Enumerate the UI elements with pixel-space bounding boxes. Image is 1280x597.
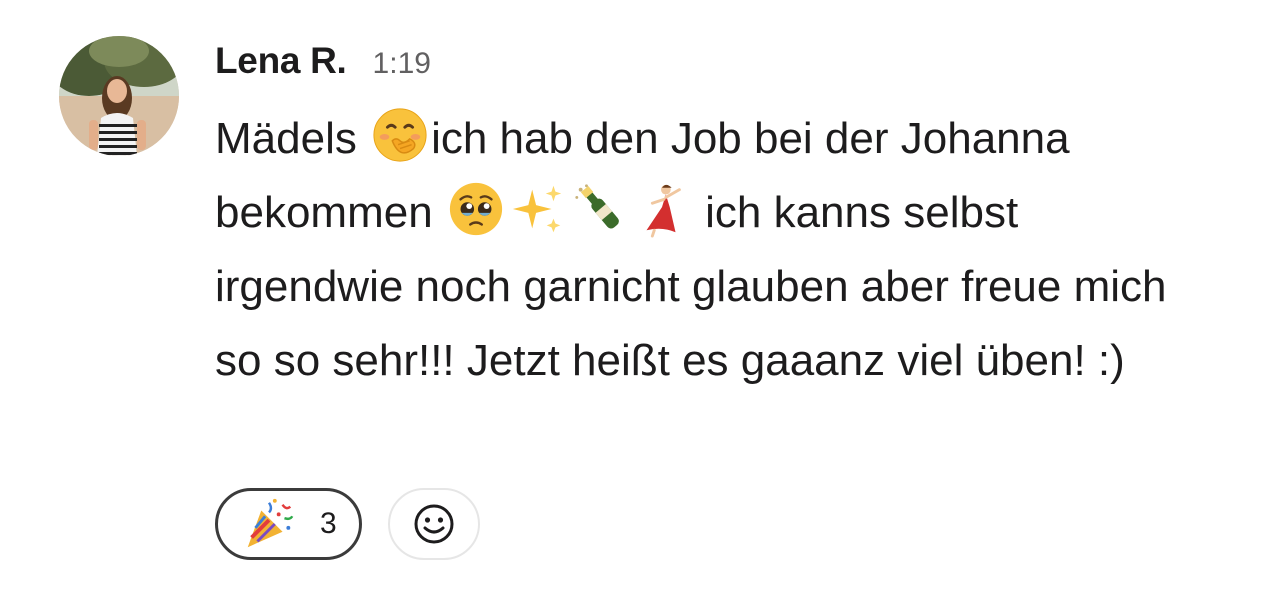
author-name[interactable]: Lena R. xyxy=(215,40,347,82)
timestamp[interactable]: 1:19 xyxy=(373,47,431,81)
party-popper-emoji xyxy=(240,495,298,553)
chat-message: Lena R. 1:19 Mädels ich hab den Job bei … xyxy=(0,0,1280,597)
champagne-emoji xyxy=(571,180,629,238)
sparkles-emoji xyxy=(509,180,567,238)
message-header: Lena R. 1:19 xyxy=(215,40,1235,92)
pleading-face-emoji xyxy=(447,180,505,238)
avatar[interactable] xyxy=(59,36,179,156)
avatar-photo xyxy=(59,36,179,156)
smiley-add-icon xyxy=(414,504,454,544)
message-text-part: Mädels xyxy=(215,114,370,163)
reaction-count: 3 xyxy=(320,507,337,540)
reactions-bar: 3 xyxy=(215,488,480,560)
message-body: Mädels ich hab den Job bei der Johanna b… xyxy=(215,102,1215,398)
hand-over-mouth-emoji xyxy=(371,106,429,164)
add-reaction-button[interactable] xyxy=(387,488,480,560)
dancer-emoji xyxy=(633,180,691,238)
message-content: Lena R. 1:19 Mädels ich hab den Job bei … xyxy=(215,40,1235,398)
reaction-party-popper[interactable]: 3 xyxy=(215,488,362,560)
